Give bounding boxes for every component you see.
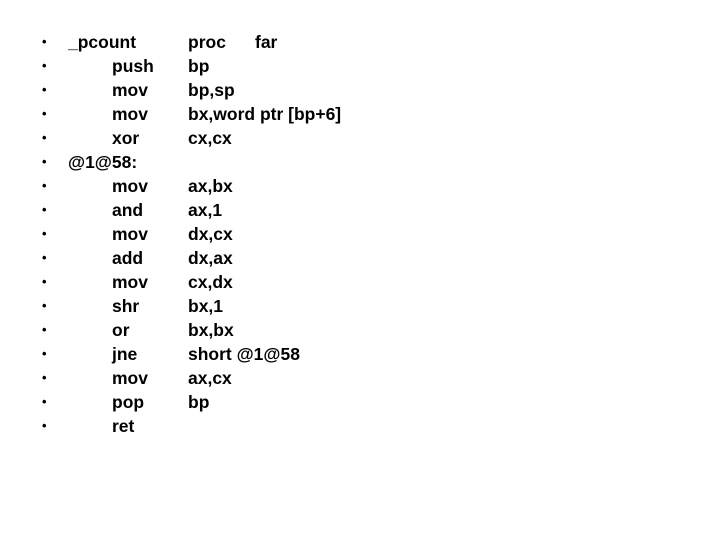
code-mnemonic: mov: [112, 224, 148, 244]
code-line: • mov bx,word ptr [bp+6]: [0, 102, 720, 126]
code-line: • ret: [0, 414, 720, 438]
bullet-icon: •: [42, 202, 47, 217]
code-line: • add dx,ax: [0, 246, 720, 270]
code-line: • mov cx,dx: [0, 270, 720, 294]
bullet-icon: •: [42, 130, 47, 145]
code-mnemonic: push: [112, 56, 154, 76]
bullet-icon: •: [42, 154, 47, 169]
code-operands: short @1@58: [188, 344, 300, 364]
code-label: @1@58:: [68, 152, 138, 172]
code-operands: bx,1: [188, 296, 224, 316]
code-line: • _pcount proc far: [0, 30, 720, 54]
assembly-code-list: • _pcount proc far • push bp • mov bp,sp • mov bx,wo…: [0, 30, 720, 438]
code-line: • mov ax,bx: [0, 174, 720, 198]
bullet-icon: •: [42, 226, 47, 241]
code-mnemonic: and: [112, 200, 144, 220]
bullet-icon: •: [42, 34, 47, 49]
code-mnemonic: mov: [112, 368, 148, 388]
code-line: • @1@58:: [0, 150, 720, 174]
code-mnemonic: pop: [112, 392, 145, 412]
code-line: • mov bp,sp: [0, 78, 720, 102]
bullet-icon: •: [42, 58, 47, 73]
code-mnemonic: mov: [112, 176, 148, 196]
code-line: • mov dx,cx: [0, 222, 720, 246]
code-mnemonic: shr: [112, 296, 140, 316]
code-operands: bx,word ptr [bp+6]: [188, 104, 342, 124]
bullet-icon: •: [42, 322, 47, 337]
code-mnemonic: ret: [112, 416, 135, 436]
bullet-icon: •: [42, 346, 47, 361]
code-operands: bp: [188, 56, 210, 76]
bullet-icon: •: [42, 370, 47, 385]
code-line: • mov ax,cx: [0, 366, 720, 390]
code-line: • xor cx,cx: [0, 126, 720, 150]
code-operands: proc: [188, 32, 226, 52]
code-mnemonic: xor: [112, 128, 140, 148]
code-operands: bp,sp: [188, 80, 235, 100]
bullet-icon: •: [42, 394, 47, 409]
code-operands: cx,dx: [188, 272, 233, 292]
code-line: • or bx,bx: [0, 318, 720, 342]
code-mnemonic: add: [112, 248, 144, 268]
bullet-icon: •: [42, 178, 47, 193]
bullet-icon: •: [42, 298, 47, 313]
code-operands: bx,bx: [188, 320, 234, 340]
code-label: _pcount: [68, 32, 137, 52]
code-mnemonic: or: [112, 320, 130, 340]
code-operands: dx,cx: [188, 224, 233, 244]
bullet-icon: •: [42, 274, 47, 289]
code-operand-extra: far: [255, 32, 278, 52]
bullet-icon: •: [42, 82, 47, 97]
code-operands: ax,cx: [188, 368, 232, 388]
code-operands: ax,1: [188, 200, 223, 220]
code-line: • shr bx,1: [0, 294, 720, 318]
code-mnemonic: jne: [112, 344, 138, 364]
code-mnemonic: mov: [112, 104, 148, 124]
code-operands: bp: [188, 392, 210, 412]
code-operands: cx,cx: [188, 128, 232, 148]
code-line: • pop bp: [0, 390, 720, 414]
code-operands: ax,bx: [188, 176, 233, 196]
code-operands: dx,ax: [188, 248, 233, 268]
code-line: • push bp: [0, 54, 720, 78]
code-line: • and ax,1: [0, 198, 720, 222]
bullet-icon: •: [42, 418, 47, 433]
code-line: • jne short @1@58: [0, 342, 720, 366]
slide-canvas: • _pcount proc far • push bp • mov bp,sp • mov bx,wo…: [0, 0, 720, 540]
code-mnemonic: mov: [112, 80, 148, 100]
code-mnemonic: mov: [112, 272, 148, 292]
bullet-icon: •: [42, 250, 47, 265]
bullet-icon: •: [42, 106, 47, 121]
